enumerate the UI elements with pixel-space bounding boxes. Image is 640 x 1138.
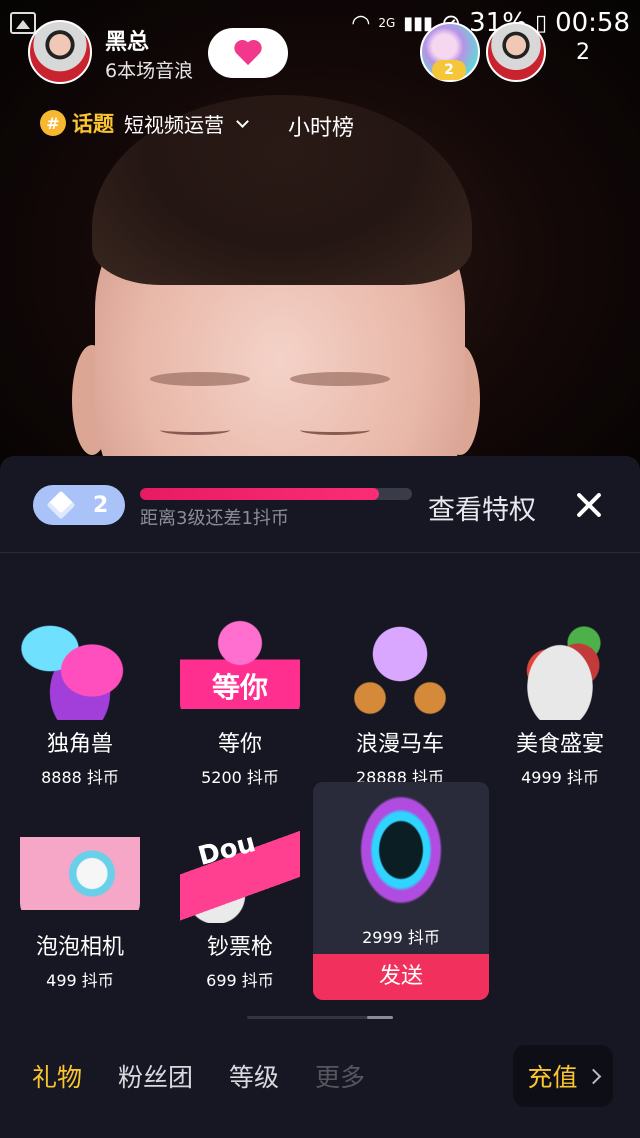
topic-selector[interactable]: # 话题 短视频运营: [40, 108, 249, 138]
level-badge[interactable]: 2: [33, 485, 125, 525]
unicorn-icon: [20, 610, 140, 720]
gift-item-unicorn[interactable]: 独角兽 8888 抖币: [0, 610, 160, 788]
gift-name: 钞票枪: [206, 935, 273, 960]
gift-name: 泡泡相机: [35, 935, 124, 960]
wifi-icon: ◠: [351, 10, 371, 36]
page-indicator-thumb: [367, 1016, 393, 1019]
host-eye-left: [160, 425, 230, 435]
viewer-rank-badge: 2: [432, 60, 466, 80]
gift-tabs: 礼物 粉丝团 等级 更多: [32, 1058, 365, 1094]
gift-price: 499 抖币: [46, 971, 114, 990]
follow-button[interactable]: [208, 28, 288, 78]
tab-more[interactable]: 更多: [315, 1058, 365, 1094]
gift-price: 699 抖币: [206, 971, 274, 990]
diamond-icon: [46, 490, 76, 520]
heart-icon: [233, 39, 263, 67]
feast-icon: [500, 610, 620, 720]
gift-price: 8888 抖币: [41, 768, 119, 787]
gift-name: 等你: [217, 732, 262, 757]
level-progress-fill: [140, 488, 380, 500]
host-eye-right: [300, 425, 370, 435]
wait-for-you-icon: 等你: [180, 610, 300, 720]
gift-price: 2999 抖币: [362, 928, 440, 947]
topic-name: 短视频运营: [124, 112, 224, 137]
gift-name: 浪漫马车: [355, 732, 444, 757]
chevron-down-icon: [236, 114, 249, 128]
level-number: 2: [93, 492, 109, 518]
recharge-button[interactable]: 充值: [513, 1045, 613, 1107]
clock: 00:58: [555, 8, 630, 38]
recharge-label: 充值: [527, 1063, 578, 1092]
hour-rank-link[interactable]: 小时榜: [288, 110, 354, 142]
carriage-icon: [340, 610, 460, 720]
network-type: 2G: [378, 16, 396, 30]
viewer-count[interactable]: 2: [576, 40, 590, 65]
host-brow-right: [290, 372, 390, 386]
gift-price: 4999 抖币: [521, 768, 599, 787]
tab-level[interactable]: 等级: [229, 1058, 279, 1094]
level-progress-bar: [140, 488, 412, 500]
camera-icon: [20, 813, 140, 923]
gift-item-selected[interactable]: 2999 抖币 发送: [313, 782, 489, 1000]
portal-icon: [351, 796, 451, 916]
hashtag-icon: #: [40, 110, 66, 136]
gift-price: 5200 抖币: [201, 768, 279, 787]
gift-art-text: 等你: [211, 671, 268, 704]
gift-name: 美食盛宴: [515, 732, 604, 757]
level-progress-text: 距离3级还差1抖币: [140, 508, 289, 529]
gift-item-carriage[interactable]: 浪漫马车 28888 抖币: [320, 610, 480, 788]
gift-item-feast[interactable]: 美食盛宴 4999 抖币: [480, 610, 640, 788]
tab-fan-club[interactable]: 粉丝团: [118, 1058, 193, 1094]
page-indicator: [247, 1016, 393, 1019]
gift-item-bubble-camera[interactable]: 泡泡相机 499 抖币: [0, 813, 160, 991]
live-video: [0, 0, 640, 470]
send-button[interactable]: 发送: [313, 954, 489, 1000]
gift-item-money-gun[interactable]: Dou 钞票枪 699 抖币: [160, 813, 320, 991]
view-privilege-button[interactable]: 查看特权: [428, 488, 536, 527]
money-gun-icon: Dou: [180, 813, 300, 923]
gift-name: 独角兽: [46, 732, 113, 757]
host-name[interactable]: 黑总: [105, 24, 149, 56]
host-sound-wave: 6本场音浪: [105, 60, 194, 82]
close-icon[interactable]: [572, 488, 606, 522]
chevron-right-icon: [585, 1068, 601, 1084]
gift-item-wait-for-you[interactable]: 等你 等你 5200 抖币: [160, 610, 320, 788]
divider: [0, 552, 640, 553]
host-brow-left: [150, 372, 250, 386]
viewer-avatar[interactable]: [486, 22, 546, 82]
host-avatar[interactable]: [28, 20, 92, 84]
gift-art-text: Dou: [195, 828, 259, 872]
topic-label: 话题: [72, 112, 114, 136]
tab-gifts[interactable]: 礼物: [32, 1058, 82, 1094]
gallery-notification-icon: [10, 12, 36, 34]
